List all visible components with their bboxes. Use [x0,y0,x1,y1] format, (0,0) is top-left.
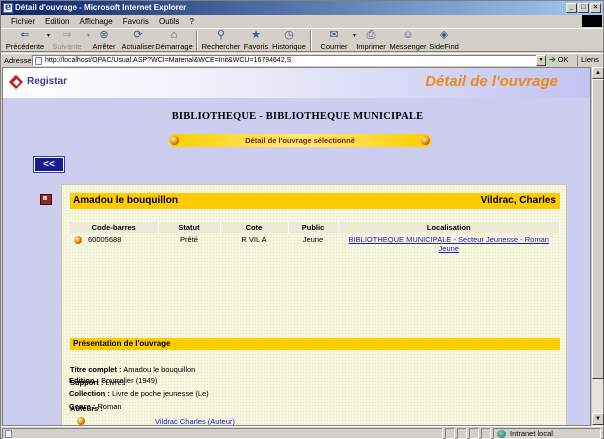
title-bar[interactable]: Détail d'ouvrage - Microsoft Internet Ex… [1,1,603,15]
book-title: Amadou le bouquillon [73,195,178,206]
location-cell: BIBLIOTHEQUE MUNICIPALE - Secteur Jeunes… [338,233,560,253]
mail-button[interactable]: ✉ Courrier ▼ [315,29,357,53]
forward-arrow-icon: ⇒ [62,29,72,41]
scroll-up-button[interactable]: ▲ [592,67,604,79]
browser-window: Détail d'ouvrage - Microsoft Internet Ex… [0,0,604,439]
messenger-icon: ☺ [402,29,414,41]
bullet-icon [74,236,82,244]
print-button[interactable]: ⎙ Imprimer [353,29,389,53]
public-cell: Jeune [302,235,324,244]
field-collection: Collection : Livre de poche jeunesse (Le… [69,389,209,398]
mail-icon: ✉ [329,29,339,41]
page-icon [35,56,42,65]
col-status: Statut [158,222,221,233]
refresh-button[interactable]: ⟳ Actualiser [121,29,155,53]
page-icon [5,430,12,438]
cote-cell: R VIL A [241,235,267,244]
history-button[interactable]: ◷ Historique [271,29,307,53]
selected-banner: Détail de l'ouvrage sélectionné [169,134,431,147]
address-url: http://localhost/OPAC/Usual.ASP?WCI=Mate… [45,57,292,64]
registar-logo-icon [11,74,25,88]
holdings-table: Code-barres Statut Cote Public Localisat… [70,222,560,253]
close-button[interactable]: × [590,3,601,13]
book-author: Vildrac, Charles [480,195,556,206]
forward-button[interactable]: ⇒ Suivante ▼ [47,29,91,53]
status-cell: Prêté [180,235,198,244]
window-title: Détail d'ouvrage - Microsoft Internet Ex… [15,3,187,12]
address-bar: Adresse http://localhost/OPAC/Usual.ASP?… [1,53,603,66]
bullet-icon [421,136,430,145]
favorites-button[interactable]: ★ Favoris [241,29,271,53]
minimize-button[interactable]: _ [566,3,577,13]
location-link[interactable]: BIBLIOTHEQUE MUNICIPALE - Secteur Jeunes… [349,235,549,253]
home-icon: ⌂ [170,29,178,41]
security-zone: Intranet local [493,428,601,439]
go-arrow-icon: ➔ [549,55,556,64]
scroll-thumb[interactable] [592,79,604,379]
print-icon: ⎙ [366,29,376,41]
vertical-scrollbar[interactable]: ▲ ▼ [591,67,604,426]
links-button[interactable]: Liens [577,55,599,66]
col-cote: Cote [220,222,289,233]
back-button[interactable]: ⇐ Précédente ▼ [3,29,51,53]
book-header: Amadou le bouquillon Vildrac, Charles [70,193,560,209]
menu-favoris[interactable]: Favoris [123,17,149,26]
page-header: Registar Détail de l'ouvrage [3,68,590,98]
toolbar: ⇐ Précédente ▼ ⇒ Suivante ▼ ⊗ Arrêter ⟳ … [1,28,603,52]
address-label: Adresse [4,55,32,65]
menu-edition[interactable]: Edition [45,17,69,26]
field-genre: Genre : Roman [69,402,122,411]
field-edition: Edition : Bourrelier (1949) [69,376,158,385]
registar-logo: Registar [11,74,67,88]
menu-bar: Fichier Edition Affichage Favoris Outils… [1,15,603,27]
address-input[interactable]: http://localhost/OPAC/Usual.ASP?WCI=Mate… [32,55,543,66]
back-arrow-icon: ⇐ [20,29,30,41]
history-icon: ◷ [284,29,294,41]
search-icon: ⚲ [216,29,226,41]
col-location: Localisation [338,222,560,233]
sidefind-icon: ◈ [439,29,449,41]
library-name: BIBLIOTHEQUE - BIBLIOTHEQUE MUNICIPALE [171,111,424,122]
menu-fichier[interactable]: Fichier [11,17,35,26]
field-titre: Titre complet : Amadou le bouquillon [70,365,196,374]
menu-help[interactable]: ? [189,17,193,26]
stop-icon: ⊗ [99,29,109,41]
ie-app-icon [3,1,13,15]
table-row: 60005688 Prêté R VIL A Jeune BIBLIOTHEQU… [70,233,560,253]
back-link-button[interactable]: << [33,156,65,173]
address-dropdown-button[interactable]: ▼ [536,55,546,66]
go-button[interactable]: ➔ OK [549,55,569,64]
barcode-cell: 60005688 [70,233,158,253]
col-public: Public [288,222,339,233]
stop-button[interactable]: ⊗ Arrêter [87,29,121,53]
search-button[interactable]: ⚲ Rechercher [201,29,241,53]
messenger-button[interactable]: ☺ Messenger [389,29,427,53]
sidefind-button[interactable]: ◈ SideFind [427,29,461,53]
holdings-header-row: Code-barres Statut Cote Public Localisat… [70,222,560,233]
page-content: Registar Détail de l'ouvrage BIBLIOTHEQU… [2,67,591,426]
intranet-globe-icon [497,430,506,438]
page-title: Détail de l'ouvrage [425,73,558,90]
book-icon[interactable] [40,193,52,205]
menu-outils[interactable]: Outils [159,17,179,26]
menu-affichage[interactable]: Affichage [79,17,112,26]
presentation-section-header: Présentation de l'ouvrage [70,338,560,350]
scroll-down-button[interactable]: ▼ [592,413,604,425]
bullet-icon [77,417,85,425]
bullet-icon [170,136,179,145]
col-barcode: Code-barres [70,222,159,233]
author-link[interactable]: Vildrac Charles (Auteur) [155,417,235,425]
favorites-icon: ★ [251,29,261,41]
refresh-icon: ⟳ [133,29,143,41]
ie-throbber-icon [582,15,602,27]
status-bar: Intranet local [1,426,603,439]
maximize-button[interactable]: □ [578,3,589,13]
home-button[interactable]: ⌂ Démarrage [155,29,193,53]
